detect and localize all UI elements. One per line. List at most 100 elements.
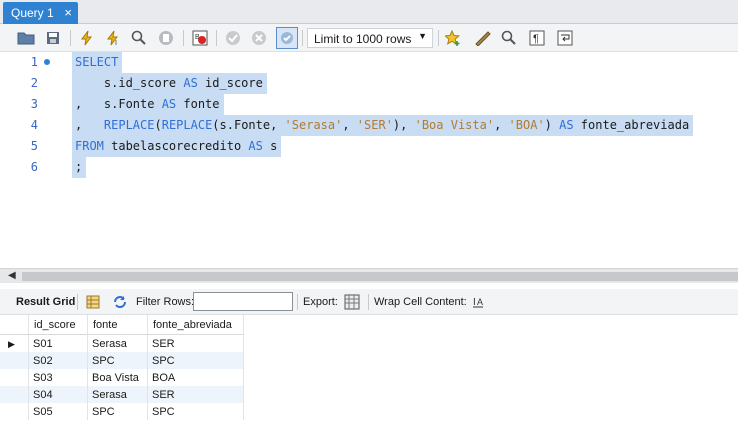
code-text: FROM tabelascorecredito AS s	[72, 136, 282, 157]
scroll-left-icon[interactable]: ◀	[8, 270, 16, 281]
sql-keyword: REPLACE	[103, 118, 155, 132]
sql-token: ;	[75, 160, 83, 174]
result-grid[interactable]: id_score fonte fonte_abreviada ▶ S01 Seras…	[0, 315, 738, 439]
sql-token: fonte	[176, 97, 220, 111]
svg-text:B: B	[195, 34, 200, 41]
sql-token: fonte_abreviada	[573, 118, 690, 132]
table-cell[interactable]: SPC	[148, 352, 244, 369]
editor-horizontal-scrollbar[interactable]: ◀	[0, 268, 738, 283]
line-number: 2	[30, 76, 38, 90]
svg-text:A: A	[477, 297, 483, 307]
table-cell[interactable]: SER	[148, 335, 244, 352]
sql-token: id_score	[197, 76, 263, 90]
editor-line[interactable]: 4 , REPLACE(REPLACE(s.Fonte, 'Serasa', 'S…	[0, 115, 738, 136]
toggle-error-stop-icon[interactable]: B	[189, 27, 211, 49]
table-cell[interactable]: S01	[29, 335, 88, 352]
current-row-icon: ▶	[8, 339, 15, 349]
sql-token: ,	[342, 118, 357, 132]
filter-rows-label: Filter Rows:	[136, 296, 195, 308]
limit-rows-value: Limit to 1000 rows	[314, 32, 412, 46]
line-number: 4	[30, 118, 38, 132]
column-header-fonte[interactable]: fonte	[88, 315, 148, 335]
column-header-fonte-abreviada[interactable]: fonte_abreviada	[148, 315, 244, 335]
line-number: 5	[30, 139, 38, 153]
sql-token: tabelascorecredito	[103, 139, 249, 153]
editor-line[interactable]: 3 , s.Fonte AS fonte	[0, 94, 738, 115]
explain-icon[interactable]	[128, 27, 150, 49]
table-cell[interactable]: Boa Vista	[88, 369, 148, 386]
table-cell[interactable]: S02	[29, 352, 88, 369]
column-divider	[28, 315, 29, 420]
editor-line[interactable]: 5 FROM tabelascorecredito AS s	[0, 136, 738, 157]
table-cell[interactable]: S03	[29, 369, 88, 386]
limit-rows-select[interactable]: Limit to 1000 rows ▼	[307, 28, 433, 48]
toolbar-separator	[297, 294, 298, 310]
line-number: 1	[30, 55, 38, 69]
tab-bar: Query 1 ×	[0, 0, 738, 24]
execute-statement-icon[interactable]: I	[102, 27, 124, 49]
filter-rows-input[interactable]	[193, 292, 293, 311]
table-cell[interactable]: SPC	[88, 403, 148, 420]
table-cell[interactable]: Serasa	[88, 335, 148, 352]
find-icon[interactable]	[498, 27, 520, 49]
editor-line[interactable]: 2 s.id_score AS id_score	[0, 73, 738, 94]
toolbar-separator	[302, 30, 303, 46]
table-cell[interactable]: S04	[29, 386, 88, 403]
sql-keyword: SELECT	[75, 55, 119, 69]
execute-icon[interactable]	[76, 27, 98, 49]
sql-token: ,	[494, 118, 509, 132]
sql-keyword: AS	[559, 118, 574, 132]
table-cell[interactable]: SPC	[88, 352, 148, 369]
sql-token: s.id_score	[75, 76, 184, 90]
refresh-icon[interactable]	[109, 291, 131, 313]
result-grid-tab[interactable]: Result Grid	[16, 296, 75, 308]
editor-line[interactable]: 1 SELECT	[0, 52, 738, 73]
add-snippet-icon[interactable]	[442, 27, 464, 49]
grid-view-icon[interactable]	[82, 291, 104, 313]
sql-keyword: FROM	[75, 139, 104, 153]
beautify-icon[interactable]	[472, 27, 494, 49]
table-row[interactable]: S04 Serasa SER	[0, 386, 244, 403]
sql-token: )	[544, 118, 560, 132]
column-divider	[243, 315, 244, 420]
stop-icon[interactable]	[155, 27, 177, 49]
column-header-id-score[interactable]: id_score	[29, 315, 88, 335]
sql-string: 'Boa Vista'	[414, 118, 495, 132]
tab-query-1[interactable]: Query 1 ×	[3, 2, 78, 24]
scrollbar-thumb[interactable]	[22, 272, 738, 281]
editor-line[interactable]: 6;	[0, 157, 738, 178]
commit-icon[interactable]	[222, 27, 244, 49]
sql-editor[interactable]: 1 SELECT 2 s.id_score AS id_score 3 , s.Font…	[0, 52, 738, 268]
export-icon[interactable]	[341, 291, 363, 313]
open-folder-icon[interactable]	[15, 27, 37, 49]
table-cell[interactable]: SPC	[148, 403, 244, 420]
close-tab-icon[interactable]: ×	[64, 5, 72, 20]
table-cell[interactable]: BOA	[148, 369, 244, 386]
sql-string: 'SER'	[356, 118, 393, 132]
toolbar-separator	[70, 30, 71, 46]
table-row[interactable]: S03 Boa Vista BOA	[0, 369, 244, 386]
code-text: , REPLACE(REPLACE(s.Fonte, 'Serasa', 'SE…	[72, 115, 694, 136]
table-cell[interactable]: SER	[148, 386, 244, 403]
table-cell[interactable]: S05	[29, 403, 88, 420]
save-icon[interactable]	[42, 27, 64, 49]
autocommit-icon[interactable]	[276, 27, 298, 49]
toolbar-separator	[216, 30, 217, 46]
export-label: Export:	[303, 296, 338, 308]
table-cell[interactable]: Serasa	[88, 386, 148, 403]
tab-label: Query 1	[11, 6, 54, 20]
table-row[interactable]: S05 SPC SPC	[0, 403, 244, 420]
svg-text:¶: ¶	[533, 33, 539, 45]
sql-token: ),	[392, 118, 415, 132]
table-row[interactable]: S02 SPC SPC	[0, 352, 244, 369]
toolbar-separator	[183, 30, 184, 46]
column-divider	[147, 315, 148, 420]
rollback-icon[interactable]	[248, 27, 270, 49]
sql-string: 'BOA'	[508, 118, 545, 132]
sql-keyword: AS	[183, 76, 198, 90]
table-row[interactable]: ▶ S01 Serasa SER	[0, 335, 244, 352]
word-wrap-icon[interactable]	[554, 27, 576, 49]
toolbar-separator	[368, 294, 369, 310]
invisible-chars-icon[interactable]: ¶	[526, 27, 548, 49]
wrap-cell-icon[interactable]: IA	[467, 291, 489, 313]
